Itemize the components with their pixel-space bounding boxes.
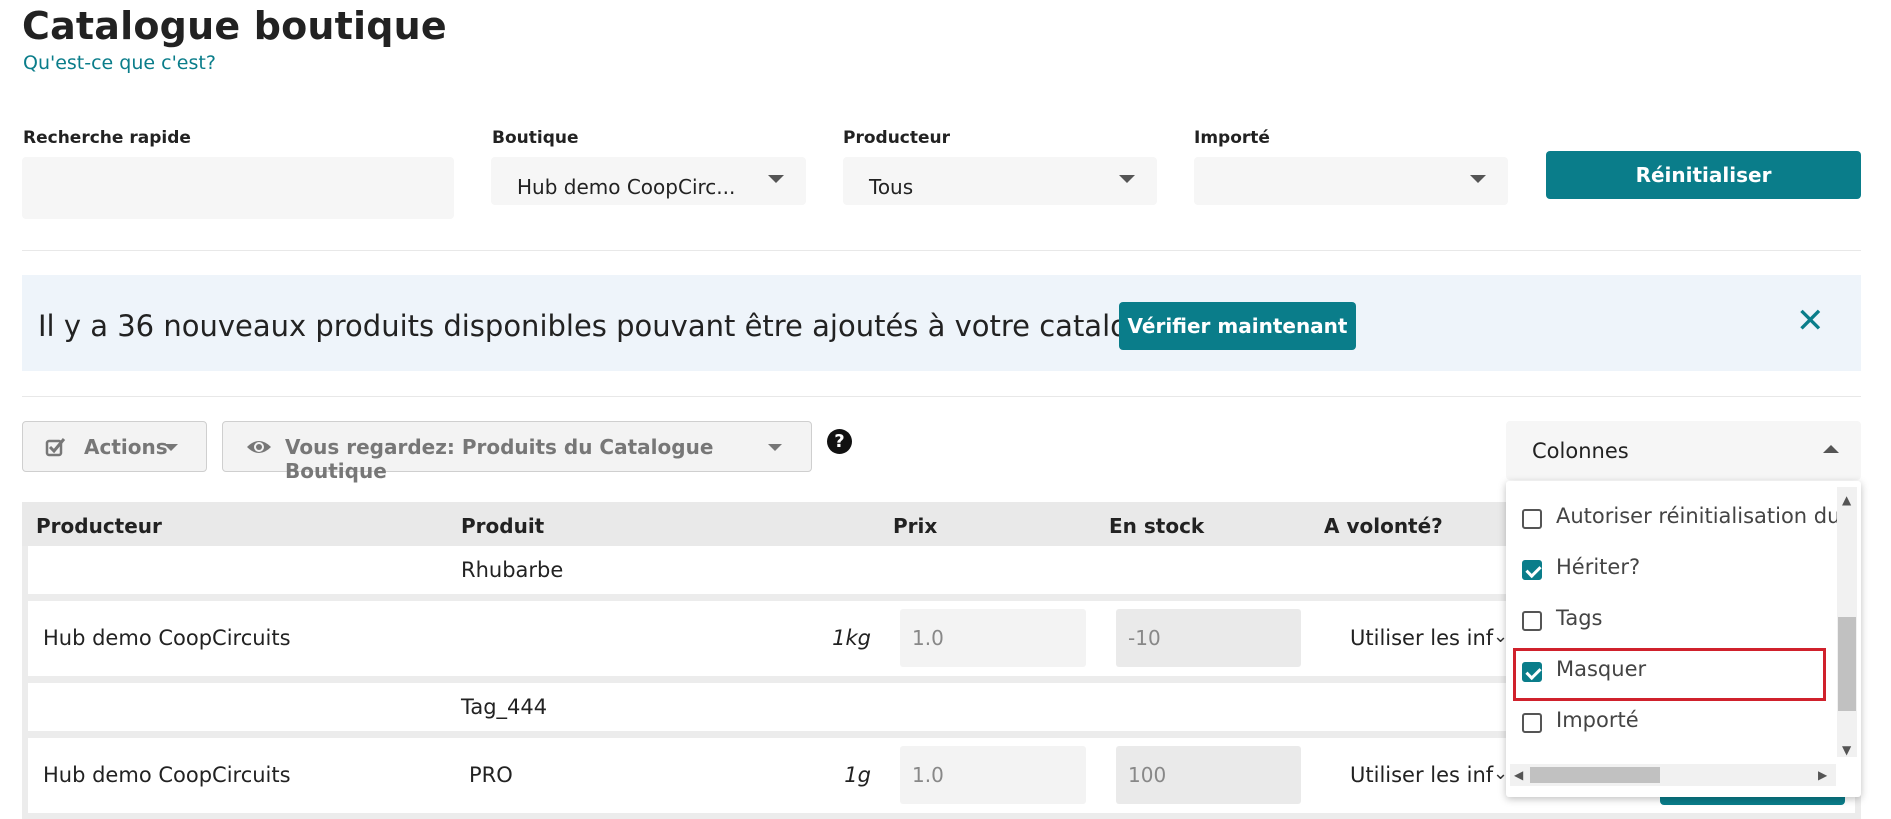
reset-button[interactable]: Réinitialiser xyxy=(1546,151,1861,199)
scroll-up-arrow-icon[interactable]: ▲ xyxy=(1842,494,1851,506)
checkbox-checked[interactable] xyxy=(1522,560,1542,580)
imported-select[interactable] xyxy=(1194,157,1508,205)
on-demand-select[interactable]: Utiliser les inf xyxy=(1334,609,1506,667)
column-header-on-demand[interactable]: A volonté? xyxy=(1324,514,1443,538)
shop-select[interactable]: Hub demo CoopCirc... xyxy=(491,157,806,205)
page-title: Catalogue boutique xyxy=(22,4,447,48)
question-circle-icon[interactable]: ? xyxy=(827,429,852,454)
column-option-label: Importé xyxy=(1556,708,1639,732)
actions-label: Actions xyxy=(84,435,168,459)
view-label: Vous regardez: Produits du Catalogue Bou… xyxy=(285,435,714,483)
highlight-box xyxy=(1513,648,1826,701)
stock-input[interactable]: 100 xyxy=(1116,746,1301,804)
product-name: Tag_444 xyxy=(461,695,548,719)
divider xyxy=(22,250,1861,251)
shop-label: Boutique xyxy=(492,128,579,148)
check-now-button[interactable]: Vérifier maintenant xyxy=(1119,302,1356,350)
close-icon[interactable]: ✕ xyxy=(1796,304,1825,338)
columns-dropdown-button[interactable]: Colonnes xyxy=(1506,421,1861,480)
eye-icon xyxy=(247,441,271,453)
scroll-right-arrow-icon[interactable]: ▶ xyxy=(1818,769,1827,781)
column-option-inherit[interactable]: Hériter? xyxy=(1522,550,1852,590)
scroll-down-arrow-icon[interactable]: ▼ xyxy=(1842,744,1851,756)
unit-label: 1g xyxy=(844,763,871,787)
chevron-down-icon xyxy=(1119,175,1135,183)
price-input[interactable]: 1.0 xyxy=(900,746,1086,804)
variant-name: PRO xyxy=(469,763,513,787)
checkbox[interactable] xyxy=(1522,611,1542,631)
divider xyxy=(22,396,1861,397)
chevron-down-icon xyxy=(1470,175,1486,183)
caret-down-icon xyxy=(768,444,782,451)
column-header-product[interactable]: Produit xyxy=(461,514,544,538)
producer-label: Producteur xyxy=(843,128,951,148)
column-header-producer[interactable]: Producteur xyxy=(36,514,162,538)
search-label: Recherche rapide xyxy=(23,128,191,148)
producer-select-value: Tous xyxy=(869,175,914,199)
checkbox[interactable] xyxy=(1522,713,1542,733)
column-option-label: Autoriser réinitialisation du s xyxy=(1556,504,1852,528)
caret-down-icon xyxy=(164,444,178,451)
shop-select-value: Hub demo CoopCirc... xyxy=(517,175,736,199)
column-header-stock[interactable]: En stock xyxy=(1109,514,1204,538)
checkbox-edit-icon xyxy=(45,438,66,457)
column-option-imported[interactable]: Importé xyxy=(1522,703,1852,743)
horizontal-scrollbar-thumb[interactable] xyxy=(1530,767,1660,783)
price-input[interactable]: 1.0 xyxy=(900,609,1086,667)
scroll-left-arrow-icon[interactable]: ◀ xyxy=(1514,769,1523,781)
column-option-label: Hériter? xyxy=(1556,555,1641,579)
chevron-up-icon xyxy=(1823,445,1839,453)
producer-select[interactable]: Tous xyxy=(843,157,1157,205)
vertical-scrollbar-thumb[interactable] xyxy=(1838,617,1856,711)
chevron-down-icon xyxy=(768,175,784,183)
imported-label: Importé xyxy=(1194,128,1270,148)
banner-text: Il y a 36 nouveaux produits disponibles … xyxy=(38,309,1192,343)
producer-name: Hub demo CoopCircuits xyxy=(43,763,291,787)
column-option-label: Tags xyxy=(1556,606,1603,630)
column-header-price[interactable]: Prix xyxy=(893,514,937,538)
column-option-tags[interactable]: Tags xyxy=(1522,601,1852,641)
on-demand-select[interactable]: Utiliser les inf xyxy=(1334,746,1506,804)
checkbox[interactable] xyxy=(1522,509,1542,529)
column-option-reset-stock[interactable]: Autoriser réinitialisation du s xyxy=(1522,499,1852,539)
view-selector-button[interactable]: Vous regardez: Produits du Catalogue Bou… xyxy=(222,421,812,483)
columns-menu: Autoriser réinitialisation du s Hériter?… xyxy=(1506,481,1861,797)
columns-label: Colonnes xyxy=(1532,439,1629,463)
actions-button[interactable]: Actions xyxy=(22,421,207,472)
search-input[interactable] xyxy=(22,157,454,219)
product-name: Rhubarbe xyxy=(461,558,564,582)
help-link[interactable]: Qu'est-ce que c'est? xyxy=(23,52,216,74)
unit-label: 1kg xyxy=(832,626,871,650)
stock-input[interactable]: -10 xyxy=(1116,609,1301,667)
producer-name: Hub demo CoopCircuits xyxy=(43,626,291,650)
